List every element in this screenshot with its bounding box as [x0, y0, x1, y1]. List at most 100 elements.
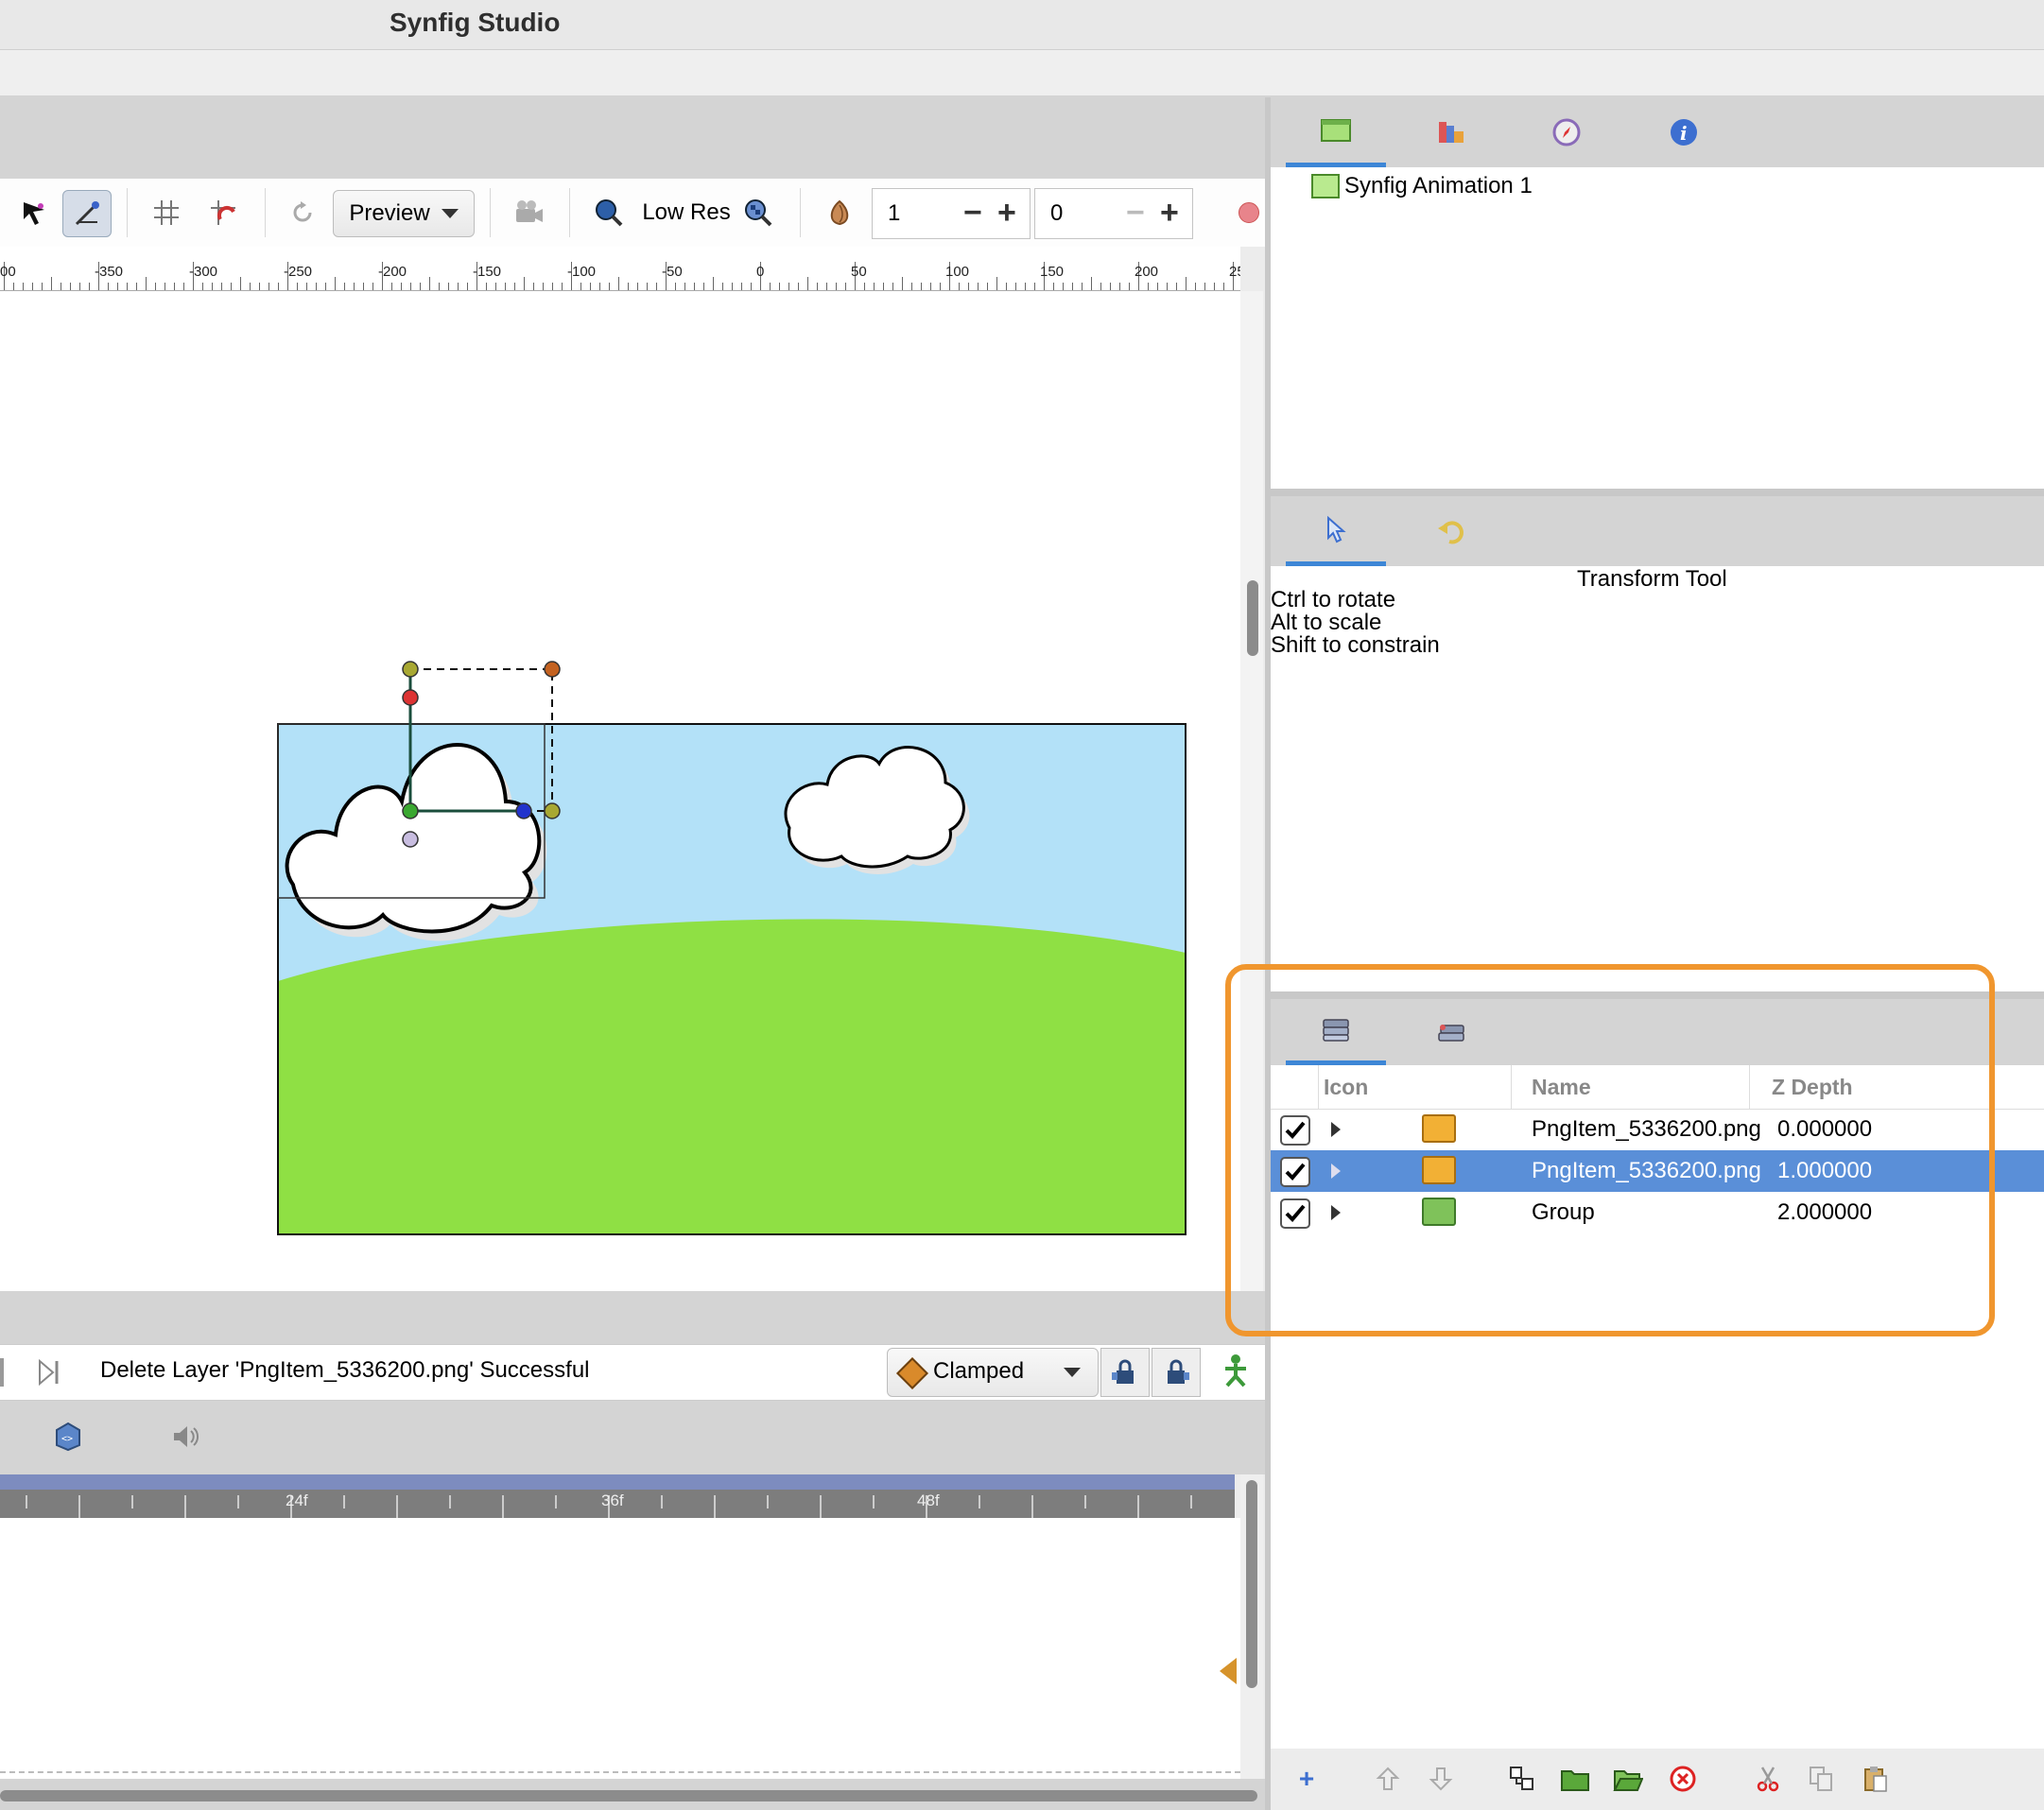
paste-button[interactable] — [1859, 1762, 1893, 1796]
record-button[interactable] — [1235, 190, 1263, 235]
ungroup-layer-button[interactable] — [1611, 1762, 1645, 1796]
compass-icon — [1552, 118, 1581, 147]
scale-handle[interactable] — [544, 802, 561, 819]
camera-icon — [516, 200, 543, 222]
increment-button[interactable]: + — [1160, 195, 1179, 232]
canvas-scroll-thumb[interactable] — [1247, 580, 1258, 656]
copy-button[interactable] — [1804, 1762, 1838, 1796]
onion-future-spinner[interactable]: 0 − + — [1034, 188, 1193, 239]
snap-grid-toggle[interactable] — [204, 190, 242, 235]
raise-layer-button[interactable] — [1371, 1762, 1405, 1796]
lower-layer-button[interactable] — [1424, 1762, 1458, 1796]
ruler-minor-tick — [618, 277, 619, 290]
canvas-drawing[interactable] — [0, 291, 1240, 1291]
group-layer-button[interactable] — [1558, 1762, 1592, 1796]
group-folder-icon — [1561, 1770, 1589, 1791]
horizontal-scrollbar[interactable] — [0, 1779, 1265, 1810]
onion-skin-toggle[interactable] — [821, 190, 858, 235]
onion-past-value[interactable]: 1 — [888, 200, 900, 227]
tab-library[interactable]: <> — [53, 1422, 83, 1457]
timeline-range-bar[interactable] — [0, 1474, 1235, 1490]
ruler-minor-tick — [647, 283, 648, 290]
tab-canvas-browser[interactable] — [1286, 97, 1386, 167]
onion-past-spinner[interactable]: 1 − + — [872, 188, 1031, 239]
tab-navigator[interactable] — [1516, 97, 1617, 167]
toolbar-separator — [490, 188, 491, 237]
zoom-out-quality-button[interactable] — [590, 190, 628, 235]
cut-button[interactable] — [1751, 1762, 1785, 1796]
canvas-item-label[interactable]: Synfig Animation 1 — [1344, 173, 1533, 199]
ruler-minor-tick — [42, 283, 43, 290]
ruler-minor-tick — [268, 283, 269, 290]
ruler-minor-tick — [306, 283, 307, 290]
x-axis-handle[interactable] — [515, 802, 532, 819]
ruler-minor-tick — [372, 283, 373, 290]
clamped-diamond-icon — [896, 1357, 928, 1389]
ruler-minor-tick — [250, 283, 251, 290]
ruler-minor-tick — [874, 283, 875, 290]
refresh-button[interactable] — [286, 190, 320, 235]
ruler-minor-tick — [79, 283, 80, 290]
panel-splitter[interactable] — [1271, 489, 2044, 496]
animation-mode-toggle[interactable] — [1220, 1353, 1252, 1392]
skew-handle[interactable] — [402, 831, 419, 848]
decrement-button[interactable]: − — [963, 195, 982, 232]
angle-handle[interactable] — [402, 689, 419, 706]
seek-end-button[interactable] — [38, 1358, 61, 1391]
ruler-minor-tick — [316, 283, 317, 290]
ruler-minor-tick — [467, 283, 468, 290]
tab-library-panel[interactable] — [1401, 97, 1501, 167]
zoom-in-quality-button[interactable] — [739, 190, 777, 235]
tab-tool-options[interactable] — [1286, 496, 1386, 566]
ruler-minor-tick — [845, 283, 846, 290]
ruler-minor-tick — [448, 283, 449, 290]
ruler-minor-tick — [240, 277, 241, 290]
grid-toggle[interactable] — [147, 190, 185, 235]
checker-magnifier-icon — [745, 199, 772, 227]
delete-layer-button[interactable] — [1666, 1762, 1700, 1796]
tab-info[interactable]: i — [1634, 97, 1734, 167]
keyframe-marker-icon[interactable] — [1220, 1658, 1237, 1684]
toolbar-separator — [569, 188, 570, 237]
horizontal-scroll-thumb[interactable] — [0, 1790, 1257, 1801]
ruler-minor-tick — [751, 283, 752, 290]
timeline-tick — [555, 1495, 557, 1508]
preview-dropdown[interactable]: Preview — [333, 190, 475, 237]
timeline-scroll-thumb[interactable] — [1246, 1480, 1257, 1688]
onion-future-value[interactable]: 0 — [1050, 200, 1063, 227]
tab-sound[interactable] — [170, 1422, 200, 1457]
canvas-item-icon — [1310, 173, 1341, 204]
ruler-minor-tick — [1100, 283, 1101, 290]
ruler-minor-tick — [108, 283, 109, 290]
render-button[interactable] — [511, 190, 548, 235]
ruler-minor-tick — [675, 283, 676, 290]
increment-button[interactable]: + — [997, 195, 1016, 232]
canvas-area[interactable] — [0, 291, 1240, 1291]
origin-handle[interactable] — [402, 802, 419, 819]
show-handles-toggle[interactable] — [62, 190, 112, 237]
tool-hints: Ctrl to rotate Alt to scale Shift to con… — [1271, 589, 1440, 657]
panel-splitter[interactable] — [0, 1291, 1265, 1344]
info-icon: i — [1671, 119, 1697, 146]
scale-handle[interactable] — [402, 661, 419, 678]
duplicate-layer-button[interactable] — [1505, 1762, 1539, 1796]
decrement-button[interactable]: − — [1126, 195, 1145, 232]
lock-future-keyframe-button[interactable] — [1152, 1348, 1201, 1397]
ruler-minor-tick — [429, 277, 430, 290]
timeline-tick — [1031, 1495, 1033, 1518]
tab-history[interactable] — [1401, 496, 1501, 566]
ruler-minor-tick — [590, 283, 591, 290]
new-layer-button[interactable]: + — [1290, 1762, 1324, 1796]
rotate-handle[interactable] — [544, 661, 561, 678]
lock-past-keyframe-button[interactable] — [1100, 1348, 1150, 1397]
lock-keyframe-icon — [1168, 1359, 1189, 1384]
interpolation-dropdown[interactable]: Clamped — [887, 1348, 1099, 1397]
tool-hint: Alt to scale — [1271, 610, 1382, 635]
ruler-minor-tick — [788, 283, 789, 290]
timeline-tick — [767, 1495, 769, 1508]
svg-text:<>: <> — [61, 1434, 73, 1444]
preview-label: Preview — [349, 200, 430, 226]
timetrack-area[interactable] — [0, 1518, 1240, 1779]
draw-bline-icon[interactable] — [13, 190, 55, 235]
low-res-toggle[interactable]: Low Res — [639, 190, 734, 235]
